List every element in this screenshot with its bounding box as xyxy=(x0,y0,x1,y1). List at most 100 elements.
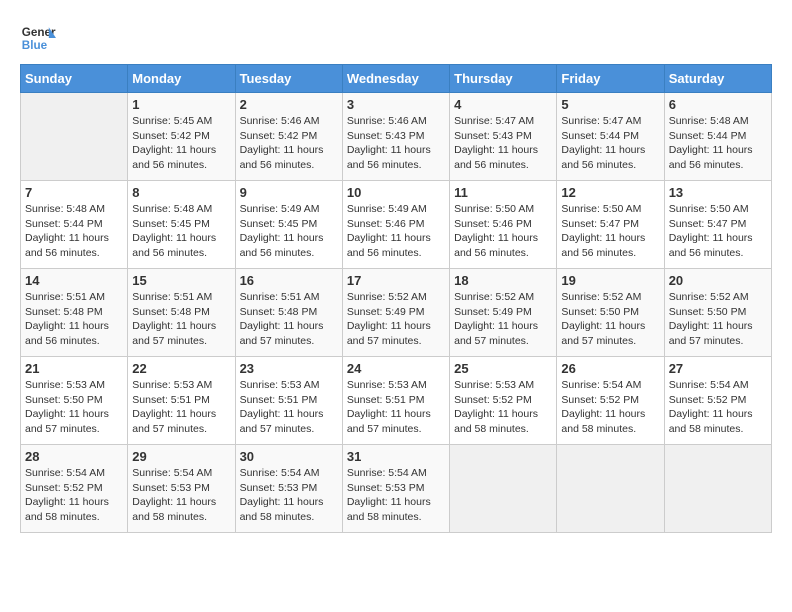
day-info: Sunrise: 5:51 AM Sunset: 5:48 PM Dayligh… xyxy=(132,290,230,349)
day-cell xyxy=(664,445,771,533)
day-info: Sunrise: 5:52 AM Sunset: 5:49 PM Dayligh… xyxy=(347,290,445,349)
day-info: Sunrise: 5:53 AM Sunset: 5:50 PM Dayligh… xyxy=(25,378,123,437)
day-info: Sunrise: 5:53 AM Sunset: 5:51 PM Dayligh… xyxy=(240,378,338,437)
day-cell: 16 Sunrise: 5:51 AM Sunset: 5:48 PM Dayli… xyxy=(235,269,342,357)
day-info: Sunrise: 5:52 AM Sunset: 5:50 PM Dayligh… xyxy=(561,290,659,349)
day-cell: 21Sunrise: 5:53 AM Sunset: 5:50 PM Dayli… xyxy=(21,357,128,445)
day-number: 10 xyxy=(347,185,445,200)
day-cell: 17 Sunrise: 5:52 AM Sunset: 5:49 PM Dayli… xyxy=(342,269,449,357)
day-info: Sunrise: 5:54 AM Sunset: 5:53 PM Dayligh… xyxy=(240,466,338,525)
header-cell-tuesday: Tuesday xyxy=(235,65,342,93)
day-number: 17 xyxy=(347,273,445,288)
day-cell: 28 Sunrise: 5:54 AM Sunset: 5:52 PM Dayli… xyxy=(21,445,128,533)
day-number: 23 xyxy=(240,361,338,376)
day-cell xyxy=(450,445,557,533)
day-info: Sunrise: 5:50 AM Sunset: 5:47 PM Dayligh… xyxy=(561,202,659,261)
day-info: Sunrise: 5:51 AM Sunset: 5:48 PM Dayligh… xyxy=(25,290,123,349)
day-info: Sunrise: 5:54 AM Sunset: 5:53 PM Dayligh… xyxy=(347,466,445,525)
day-number: 22 xyxy=(132,361,230,376)
day-info: Sunrise: 5:45 AM Sunset: 5:42 PM Dayligh… xyxy=(132,114,230,173)
day-info: Sunrise: 5:54 AM Sunset: 5:52 PM Dayligh… xyxy=(25,466,123,525)
day-info: Sunrise: 5:54 AM Sunset: 5:52 PM Dayligh… xyxy=(561,378,659,437)
day-info: Sunrise: 5:50 AM Sunset: 5:47 PM Dayligh… xyxy=(669,202,767,261)
svg-text:Blue: Blue xyxy=(22,39,48,52)
day-cell: 14 Sunrise: 5:51 AM Sunset: 5:48 PM Dayli… xyxy=(21,269,128,357)
day-number: 26 xyxy=(561,361,659,376)
day-number: 11 xyxy=(454,185,552,200)
calendar-table: SundayMondayTuesdayWednesdayThursdayFrid… xyxy=(20,64,772,533)
header-cell-sunday: Sunday xyxy=(21,65,128,93)
day-number: 20 xyxy=(669,273,767,288)
day-cell: 19 Sunrise: 5:52 AM Sunset: 5:50 PM Dayli… xyxy=(557,269,664,357)
header-row: SundayMondayTuesdayWednesdayThursdayFrid… xyxy=(21,65,772,93)
day-info: Sunrise: 5:50 AM Sunset: 5:46 PM Dayligh… xyxy=(454,202,552,261)
day-info: Sunrise: 5:47 AM Sunset: 5:44 PM Dayligh… xyxy=(561,114,659,173)
day-number: 2 xyxy=(240,97,338,112)
day-cell: 24 Sunrise: 5:53 AM Sunset: 5:51 PM Dayli… xyxy=(342,357,449,445)
day-cell: 12Sunrise: 5:50 AM Sunset: 5:47 PM Dayli… xyxy=(557,181,664,269)
day-number: 13 xyxy=(669,185,767,200)
day-cell: 3 Sunrise: 5:46 AM Sunset: 5:43 PM Daylig… xyxy=(342,93,449,181)
day-info: Sunrise: 5:52 AM Sunset: 5:50 PM Dayligh… xyxy=(669,290,767,349)
day-number: 24 xyxy=(347,361,445,376)
calendar-body: 1 Sunrise: 5:45 AM Sunset: 5:42 PM Daylig… xyxy=(21,93,772,533)
day-cell: 4Sunrise: 5:47 AM Sunset: 5:43 PM Daylig… xyxy=(450,93,557,181)
day-number: 14 xyxy=(25,273,123,288)
day-cell: 22 Sunrise: 5:53 AM Sunset: 5:51 PM Dayli… xyxy=(128,357,235,445)
day-cell: 29Sunrise: 5:54 AM Sunset: 5:53 PM Dayli… xyxy=(128,445,235,533)
day-number: 30 xyxy=(240,449,338,464)
week-row-4: 28 Sunrise: 5:54 AM Sunset: 5:52 PM Dayli… xyxy=(21,445,772,533)
day-cell: 1 Sunrise: 5:45 AM Sunset: 5:42 PM Daylig… xyxy=(128,93,235,181)
day-cell: 8 Sunrise: 5:48 AM Sunset: 5:45 PM Daylig… xyxy=(128,181,235,269)
calendar-header: SundayMondayTuesdayWednesdayThursdayFrid… xyxy=(21,65,772,93)
day-info: Sunrise: 5:46 AM Sunset: 5:43 PM Dayligh… xyxy=(347,114,445,173)
day-cell: 2Sunrise: 5:46 AM Sunset: 5:42 PM Daylig… xyxy=(235,93,342,181)
header-cell-saturday: Saturday xyxy=(664,65,771,93)
day-cell: 31Sunrise: 5:54 AM Sunset: 5:53 PM Dayli… xyxy=(342,445,449,533)
week-row-1: 7 Sunrise: 5:48 AM Sunset: 5:44 PM Daylig… xyxy=(21,181,772,269)
day-number: 16 xyxy=(240,273,338,288)
day-info: Sunrise: 5:48 AM Sunset: 5:44 PM Dayligh… xyxy=(25,202,123,261)
day-number: 18 xyxy=(454,273,552,288)
day-cell: 26 Sunrise: 5:54 AM Sunset: 5:52 PM Dayli… xyxy=(557,357,664,445)
day-info: Sunrise: 5:51 AM Sunset: 5:48 PM Dayligh… xyxy=(240,290,338,349)
day-info: Sunrise: 5:54 AM Sunset: 5:52 PM Dayligh… xyxy=(669,378,767,437)
week-row-3: 21Sunrise: 5:53 AM Sunset: 5:50 PM Dayli… xyxy=(21,357,772,445)
day-number: 1 xyxy=(132,97,230,112)
day-cell: 5 Sunrise: 5:47 AM Sunset: 5:44 PM Daylig… xyxy=(557,93,664,181)
day-info: Sunrise: 5:53 AM Sunset: 5:51 PM Dayligh… xyxy=(132,378,230,437)
day-cell: 9Sunrise: 5:49 AM Sunset: 5:45 PM Daylig… xyxy=(235,181,342,269)
day-cell: 20 Sunrise: 5:52 AM Sunset: 5:50 PM Dayli… xyxy=(664,269,771,357)
logo-icon: General Blue xyxy=(20,20,56,56)
day-number: 27 xyxy=(669,361,767,376)
day-number: 25 xyxy=(454,361,552,376)
day-cell: 25Sunrise: 5:53 AM Sunset: 5:52 PM Dayli… xyxy=(450,357,557,445)
week-row-2: 14 Sunrise: 5:51 AM Sunset: 5:48 PM Dayli… xyxy=(21,269,772,357)
day-number: 29 xyxy=(132,449,230,464)
day-cell: 27 Sunrise: 5:54 AM Sunset: 5:52 PM Dayli… xyxy=(664,357,771,445)
week-row-0: 1 Sunrise: 5:45 AM Sunset: 5:42 PM Daylig… xyxy=(21,93,772,181)
day-number: 7 xyxy=(25,185,123,200)
day-cell: 23 Sunrise: 5:53 AM Sunset: 5:51 PM Dayli… xyxy=(235,357,342,445)
day-info: Sunrise: 5:49 AM Sunset: 5:46 PM Dayligh… xyxy=(347,202,445,261)
day-info: Sunrise: 5:53 AM Sunset: 5:51 PM Dayligh… xyxy=(347,378,445,437)
day-number: 5 xyxy=(561,97,659,112)
header-cell-thursday: Thursday xyxy=(450,65,557,93)
day-number: 8 xyxy=(132,185,230,200)
day-number: 19 xyxy=(561,273,659,288)
day-info: Sunrise: 5:52 AM Sunset: 5:49 PM Dayligh… xyxy=(454,290,552,349)
day-cell: 6 Sunrise: 5:48 AM Sunset: 5:44 PM Daylig… xyxy=(664,93,771,181)
day-number: 28 xyxy=(25,449,123,464)
header-cell-friday: Friday xyxy=(557,65,664,93)
header-cell-wednesday: Wednesday xyxy=(342,65,449,93)
day-info: Sunrise: 5:48 AM Sunset: 5:44 PM Dayligh… xyxy=(669,114,767,173)
day-info: Sunrise: 5:49 AM Sunset: 5:45 PM Dayligh… xyxy=(240,202,338,261)
day-info: Sunrise: 5:48 AM Sunset: 5:45 PM Dayligh… xyxy=(132,202,230,261)
day-number: 15 xyxy=(132,273,230,288)
day-number: 3 xyxy=(347,97,445,112)
day-cell: 13 Sunrise: 5:50 AM Sunset: 5:47 PM Dayli… xyxy=(664,181,771,269)
day-cell xyxy=(557,445,664,533)
day-number: 6 xyxy=(669,97,767,112)
header-cell-monday: Monday xyxy=(128,65,235,93)
day-cell: 7 Sunrise: 5:48 AM Sunset: 5:44 PM Daylig… xyxy=(21,181,128,269)
